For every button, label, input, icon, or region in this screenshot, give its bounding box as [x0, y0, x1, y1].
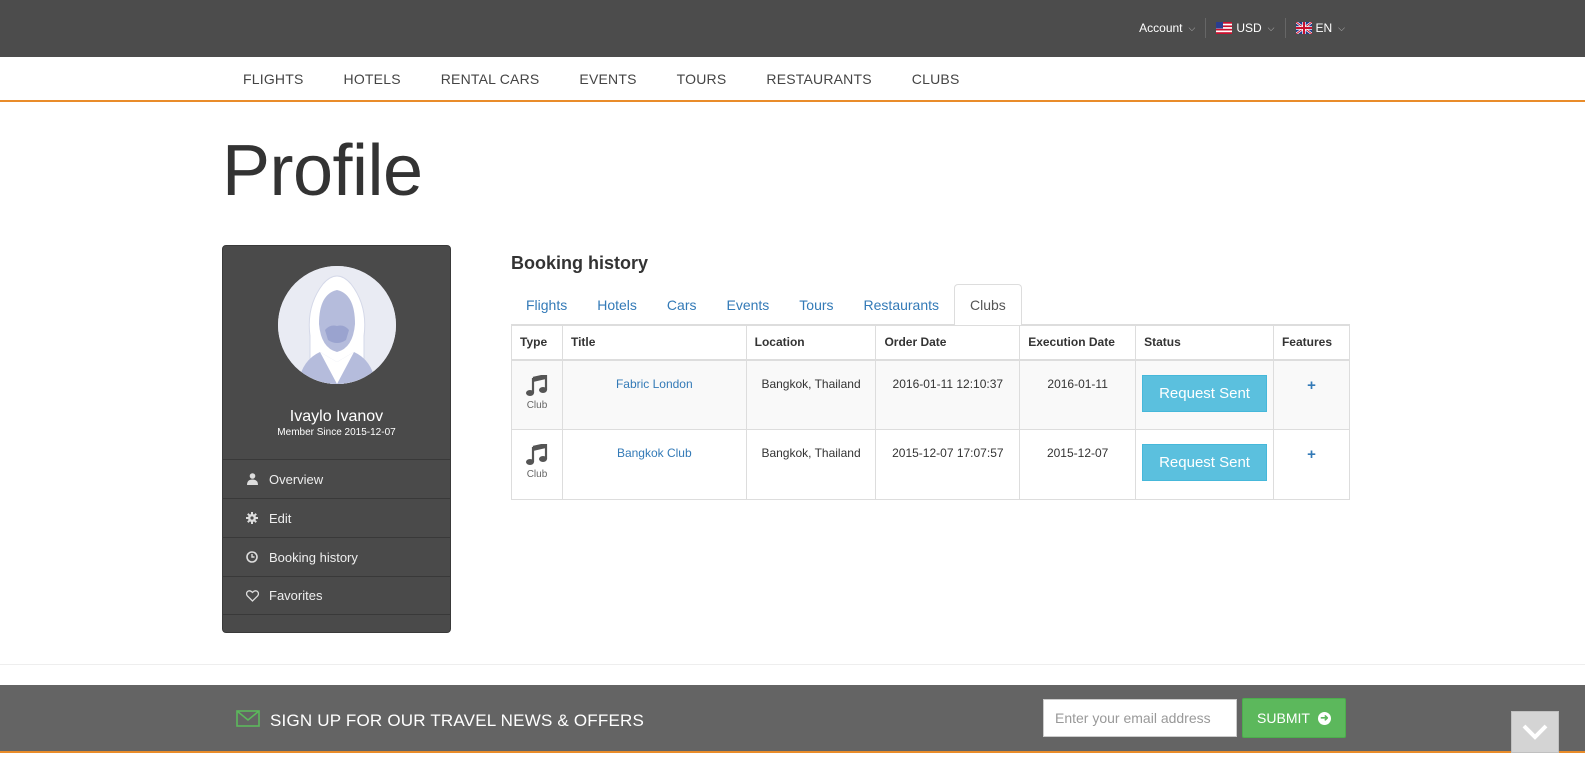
status-cell: Request Sent — [1135, 359, 1274, 430]
column-header-status: Status — [1135, 325, 1274, 361]
account-label: Account — [1139, 21, 1183, 35]
column-header-title: Title — [561, 325, 747, 361]
chevron-down-icon: ⌵ — [1188, 22, 1196, 33]
language-label: EN — [1315, 21, 1333, 35]
currency-dropdown[interactable]: USD ⌵ — [1205, 18, 1284, 38]
booking-history-title: Booking history — [511, 253, 649, 273]
order-date-cell: 2015-12-07 17:07:57 — [875, 429, 1021, 500]
nav-item-events[interactable]: EVENTS — [559, 71, 656, 87]
music-note-icon — [525, 442, 548, 465]
submit-button[interactable]: SUBMIT ➜ — [1242, 698, 1346, 738]
column-header-type: Type — [511, 325, 563, 361]
account-dropdown[interactable]: Account ⌵ — [1129, 18, 1205, 38]
arrow-right-icon: ➜ — [1317, 711, 1331, 725]
tab-hotels[interactable]: Hotels — [582, 284, 652, 325]
tab-flights[interactable]: Flights — [511, 284, 582, 325]
table-header-row: Type Title Location Order Date Execution… — [511, 325, 1351, 361]
order-date-cell: 2016-01-11 12:10:37 — [875, 359, 1021, 430]
email-input[interactable] — [1043, 699, 1237, 737]
nav-item-hotels[interactable]: HOTELS — [324, 71, 421, 87]
nav-item-flights[interactable]: FLIGHTS — [223, 71, 324, 87]
user-icon — [245, 472, 259, 486]
plus-icon[interactable]: + — [1307, 377, 1316, 394]
title-cell: Fabric London — [561, 359, 747, 430]
nav-item-tours[interactable]: TOURS — [657, 71, 747, 87]
profile-menu-edit[interactable]: Edit — [223, 498, 450, 537]
profile-menu-favorites[interactable]: Favorites — [223, 576, 450, 615]
booking-title-link[interactable]: Bangkok Club — [617, 446, 692, 460]
profile-menu-label: Edit — [269, 510, 292, 526]
features-cell: + — [1272, 429, 1351, 500]
type-cell: Club — [511, 429, 563, 500]
booking-table: Type Title Location Order Date Execution… — [511, 325, 1351, 500]
top-bar-menu: Account ⌵ USD ⌵ EN ⌵ — [1129, 18, 1355, 38]
newsletter-text: SIGN UP FOR OUR TRAVEL NEWS & OFFERS — [270, 711, 645, 730]
profile-name: Ivaylo Ivanov — [289, 408, 384, 425]
status-cell: Request Sent — [1135, 429, 1274, 500]
column-header-location: Location — [745, 325, 877, 361]
status-button[interactable]: Request Sent — [1142, 444, 1267, 481]
submit-label: SUBMIT — [1257, 710, 1310, 726]
chevron-down-icon: ⌵ — [1267, 22, 1275, 33]
type-label: Club — [526, 469, 548, 480]
scroll-toggle-button[interactable] — [1511, 711, 1559, 753]
table-row: Club Fabric London Bangkok, Thailand 201… — [511, 359, 1351, 430]
table-row: Club Bangkok Club Bangkok, Thailand 2015… — [511, 429, 1351, 500]
execution-date-cell: 2015-12-07 — [1019, 429, 1137, 500]
column-header-execution-date: Execution Date — [1019, 325, 1137, 361]
type-label: Club — [526, 399, 548, 411]
booking-tabs: Flights Hotels Cars Events Tours Restaur… — [511, 284, 1350, 326]
currency-label: USD — [1236, 21, 1262, 35]
execution-date-cell: 2016-01-11 — [1019, 359, 1137, 430]
us-flag-icon — [1216, 22, 1233, 34]
tab-events[interactable]: Events — [711, 284, 784, 325]
main-nav: FLIGHTS HOTELS RENTAL CARS EVENTS TOURS … — [0, 57, 1585, 102]
content-divider — [0, 664, 1585, 665]
top-bar: Account ⌵ USD ⌵ EN ⌵ — [0, 0, 1585, 57]
tab-clubs[interactable]: Clubs — [954, 284, 1022, 326]
tab-cars[interactable]: Cars — [652, 284, 712, 325]
avatar — [278, 266, 396, 384]
chevron-down-icon — [1522, 724, 1548, 740]
envelope-icon — [236, 710, 260, 727]
location-cell: Bangkok, Thailand — [745, 429, 877, 500]
tab-tours[interactable]: Tours — [784, 284, 848, 325]
profile-menu-label: Booking history — [269, 549, 358, 565]
heart-icon — [245, 589, 259, 603]
location-cell: Bangkok, Thailand — [745, 359, 877, 430]
profile-menu: Overview Edit Booking history Favorites — [223, 459, 450, 615]
plus-icon[interactable]: + — [1307, 446, 1316, 463]
gear-icon — [245, 511, 259, 525]
avatar-image — [278, 266, 396, 384]
column-header-features: Features — [1272, 325, 1351, 361]
page-title: Profile — [222, 131, 423, 211]
chevron-down-icon: ⌵ — [1338, 22, 1345, 33]
profile-card: Ivaylo Ivanov Member Since 2015-12-07 Ov… — [222, 245, 451, 633]
features-cell: + — [1272, 359, 1351, 430]
music-note-icon — [525, 373, 548, 396]
clock-icon — [245, 550, 259, 564]
booking-title-link[interactable]: Fabric London — [616, 377, 693, 391]
status-button[interactable]: Request Sent — [1142, 374, 1267, 412]
nav-item-rental-cars[interactable]: RENTAL CARS — [421, 71, 560, 87]
member-since: Member Since 2015-12-07 — [277, 427, 396, 438]
title-cell: Bangkok Club — [561, 429, 747, 500]
column-header-order-date: Order Date — [875, 325, 1021, 361]
language-dropdown[interactable]: EN ⌵ — [1284, 18, 1356, 38]
nav-item-clubs[interactable]: CLUBS — [892, 71, 980, 87]
profile-menu-label: Favorites — [269, 588, 323, 603]
uk-flag-icon — [1295, 22, 1312, 34]
nav-item-restaurants[interactable]: RESTAURANTS — [746, 71, 891, 87]
newsletter-bar: SIGN UP FOR OUR TRAVEL NEWS & OFFERS SUB… — [0, 685, 1585, 753]
type-cell: Club — [511, 359, 563, 430]
profile-menu-label: Overview — [269, 471, 324, 487]
tab-restaurants[interactable]: Restaurants — [849, 284, 954, 325]
profile-menu-overview[interactable]: Overview — [223, 459, 450, 498]
profile-menu-booking-history[interactable]: Booking history — [223, 537, 450, 576]
